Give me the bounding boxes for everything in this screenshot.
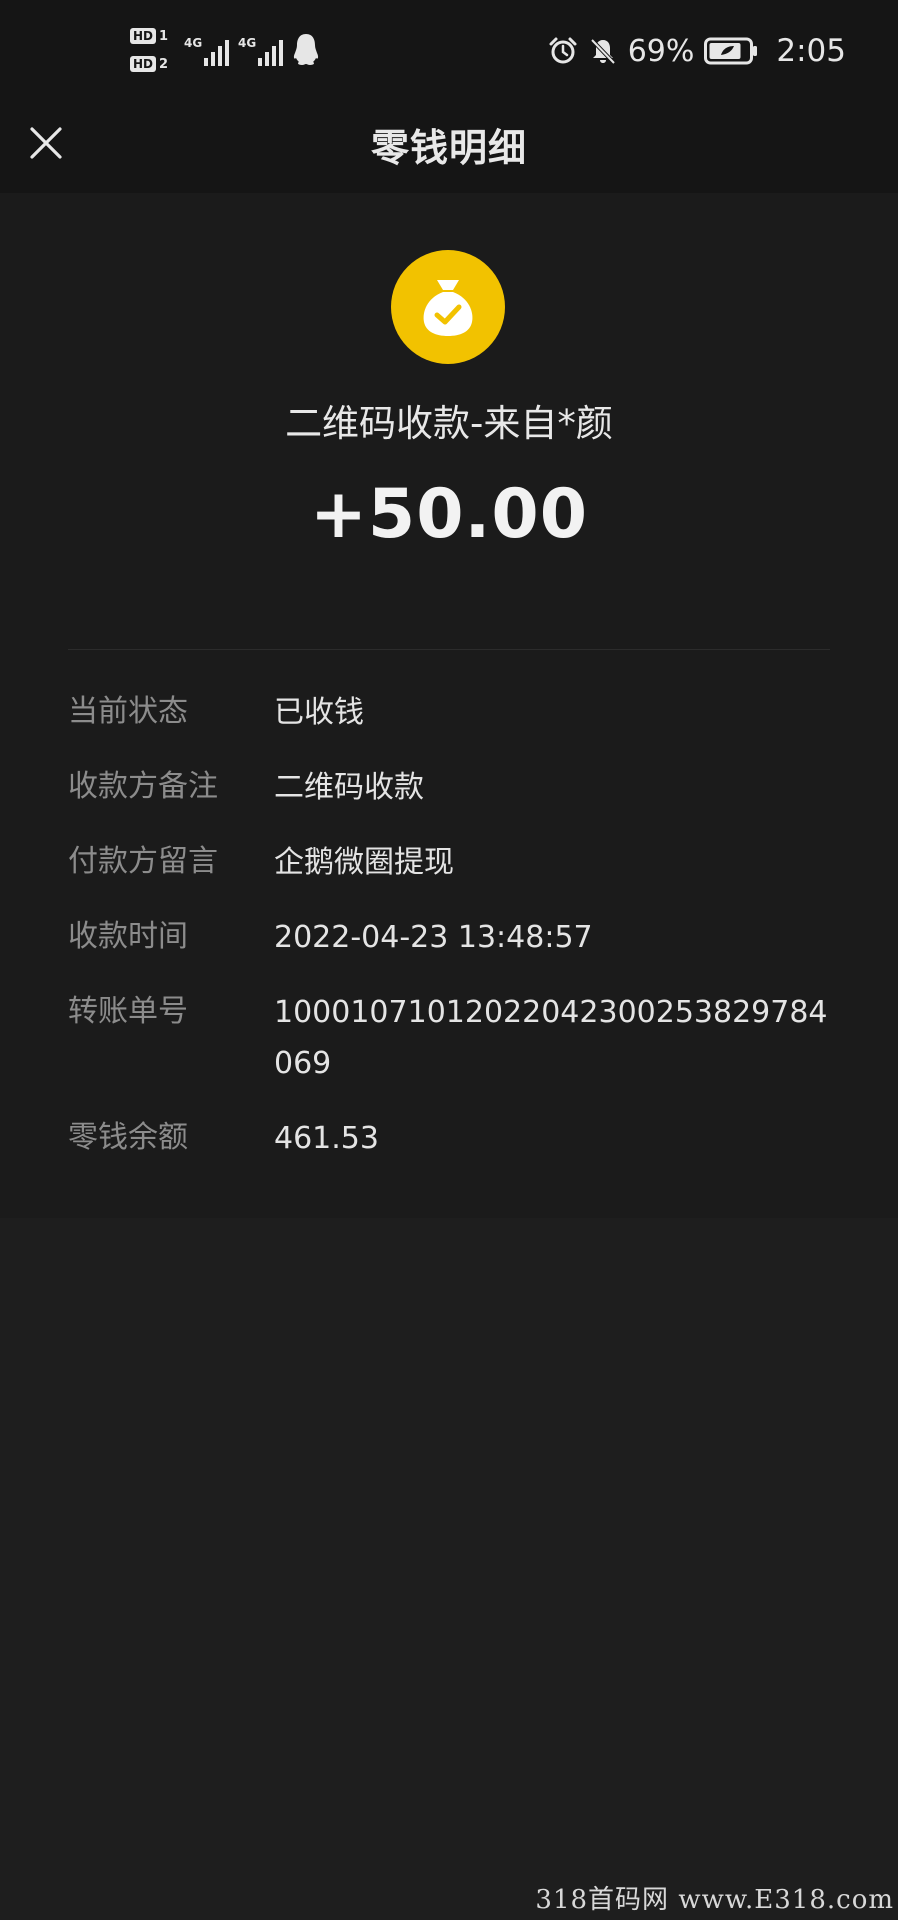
- transaction-title: 二维码收款-来自*颜: [285, 402, 613, 445]
- detail-row-payee-note: 收款方备注 二维码收款: [68, 768, 830, 813]
- sim-number-1: 1: [159, 28, 169, 44]
- detail-value: 461.53: [274, 1121, 379, 1156]
- battery-icon: [704, 37, 758, 65]
- detail-value: 企鹅微圈提现: [274, 845, 454, 880]
- signal-icon-2: 4G: [238, 34, 284, 66]
- detail-label: 转账单号: [68, 994, 188, 1029]
- transaction-amount: +50.00: [309, 475, 589, 554]
- detail-row-time: 收款时间 2022-04-23 13:48:57: [68, 918, 830, 963]
- detail-label: 收款方备注: [68, 769, 218, 804]
- screen: HD 1 HD 2 4G 4G 69% 2:05 零钱明细 二维码收款-来自*颜…: [0, 0, 898, 1920]
- network-type-1: 4G: [184, 36, 203, 50]
- status-right-group: 69% 2:05: [548, 28, 846, 74]
- qq-icon: [293, 34, 319, 65]
- money-bag-check-icon: [391, 250, 505, 364]
- detail-value: 已收钱: [274, 695, 364, 730]
- detail-value: 2022-04-23 13:48:57: [274, 920, 593, 955]
- alarm-icon: [549, 37, 577, 64]
- transaction-detail-card: 二维码收款-来自*颜 +50.00 当前状态 已收钱 收款方备注 二维码收款 付…: [0, 193, 898, 1218]
- detail-label: 当前状态: [68, 694, 188, 729]
- detail-label: 零钱余额: [68, 1120, 188, 1155]
- detail-value: 二维码收款: [274, 770, 424, 805]
- detail-row-balance: 零钱余额 461.53: [68, 1119, 830, 1164]
- detail-list: 当前状态 已收钱 收款方备注 二维码收款 付款方留言 企鹅微圈提现 收款时间 2…: [68, 693, 830, 1194]
- detail-value[interactable]: 10001071012022042300253829784069: [274, 987, 830, 1089]
- bell-muted-icon: [590, 38, 616, 65]
- title-bar: 零钱明细: [0, 105, 898, 193]
- sim-number-2: 2: [159, 56, 169, 72]
- detail-row-status: 当前状态 已收钱: [68, 693, 830, 738]
- detail-row-payer-message: 付款方留言 企鹅微圈提现: [68, 843, 830, 888]
- status-clock: 2:05: [776, 33, 846, 69]
- hd-badge-1: HD: [130, 28, 157, 44]
- signal-icon-1: 4G: [184, 34, 230, 66]
- watermark: 318首码网 www.E318.com: [535, 1885, 894, 1915]
- detail-label: 付款方留言: [68, 844, 218, 879]
- sim-indicators: HD 1 HD 2: [130, 24, 174, 78]
- divider: [68, 649, 830, 650]
- battery-percent: 69%: [627, 33, 695, 69]
- detail-label: 收款时间: [68, 919, 188, 954]
- status-bar: HD 1 HD 2 4G 4G 69% 2:05: [0, 0, 898, 105]
- detail-row-transfer-id: 转账单号 10001071012022042300253829784069: [68, 993, 830, 1089]
- page-title: 零钱明细: [370, 126, 527, 170]
- hd-badge-2: HD: [130, 56, 157, 72]
- network-type-2: 4G: [238, 36, 257, 50]
